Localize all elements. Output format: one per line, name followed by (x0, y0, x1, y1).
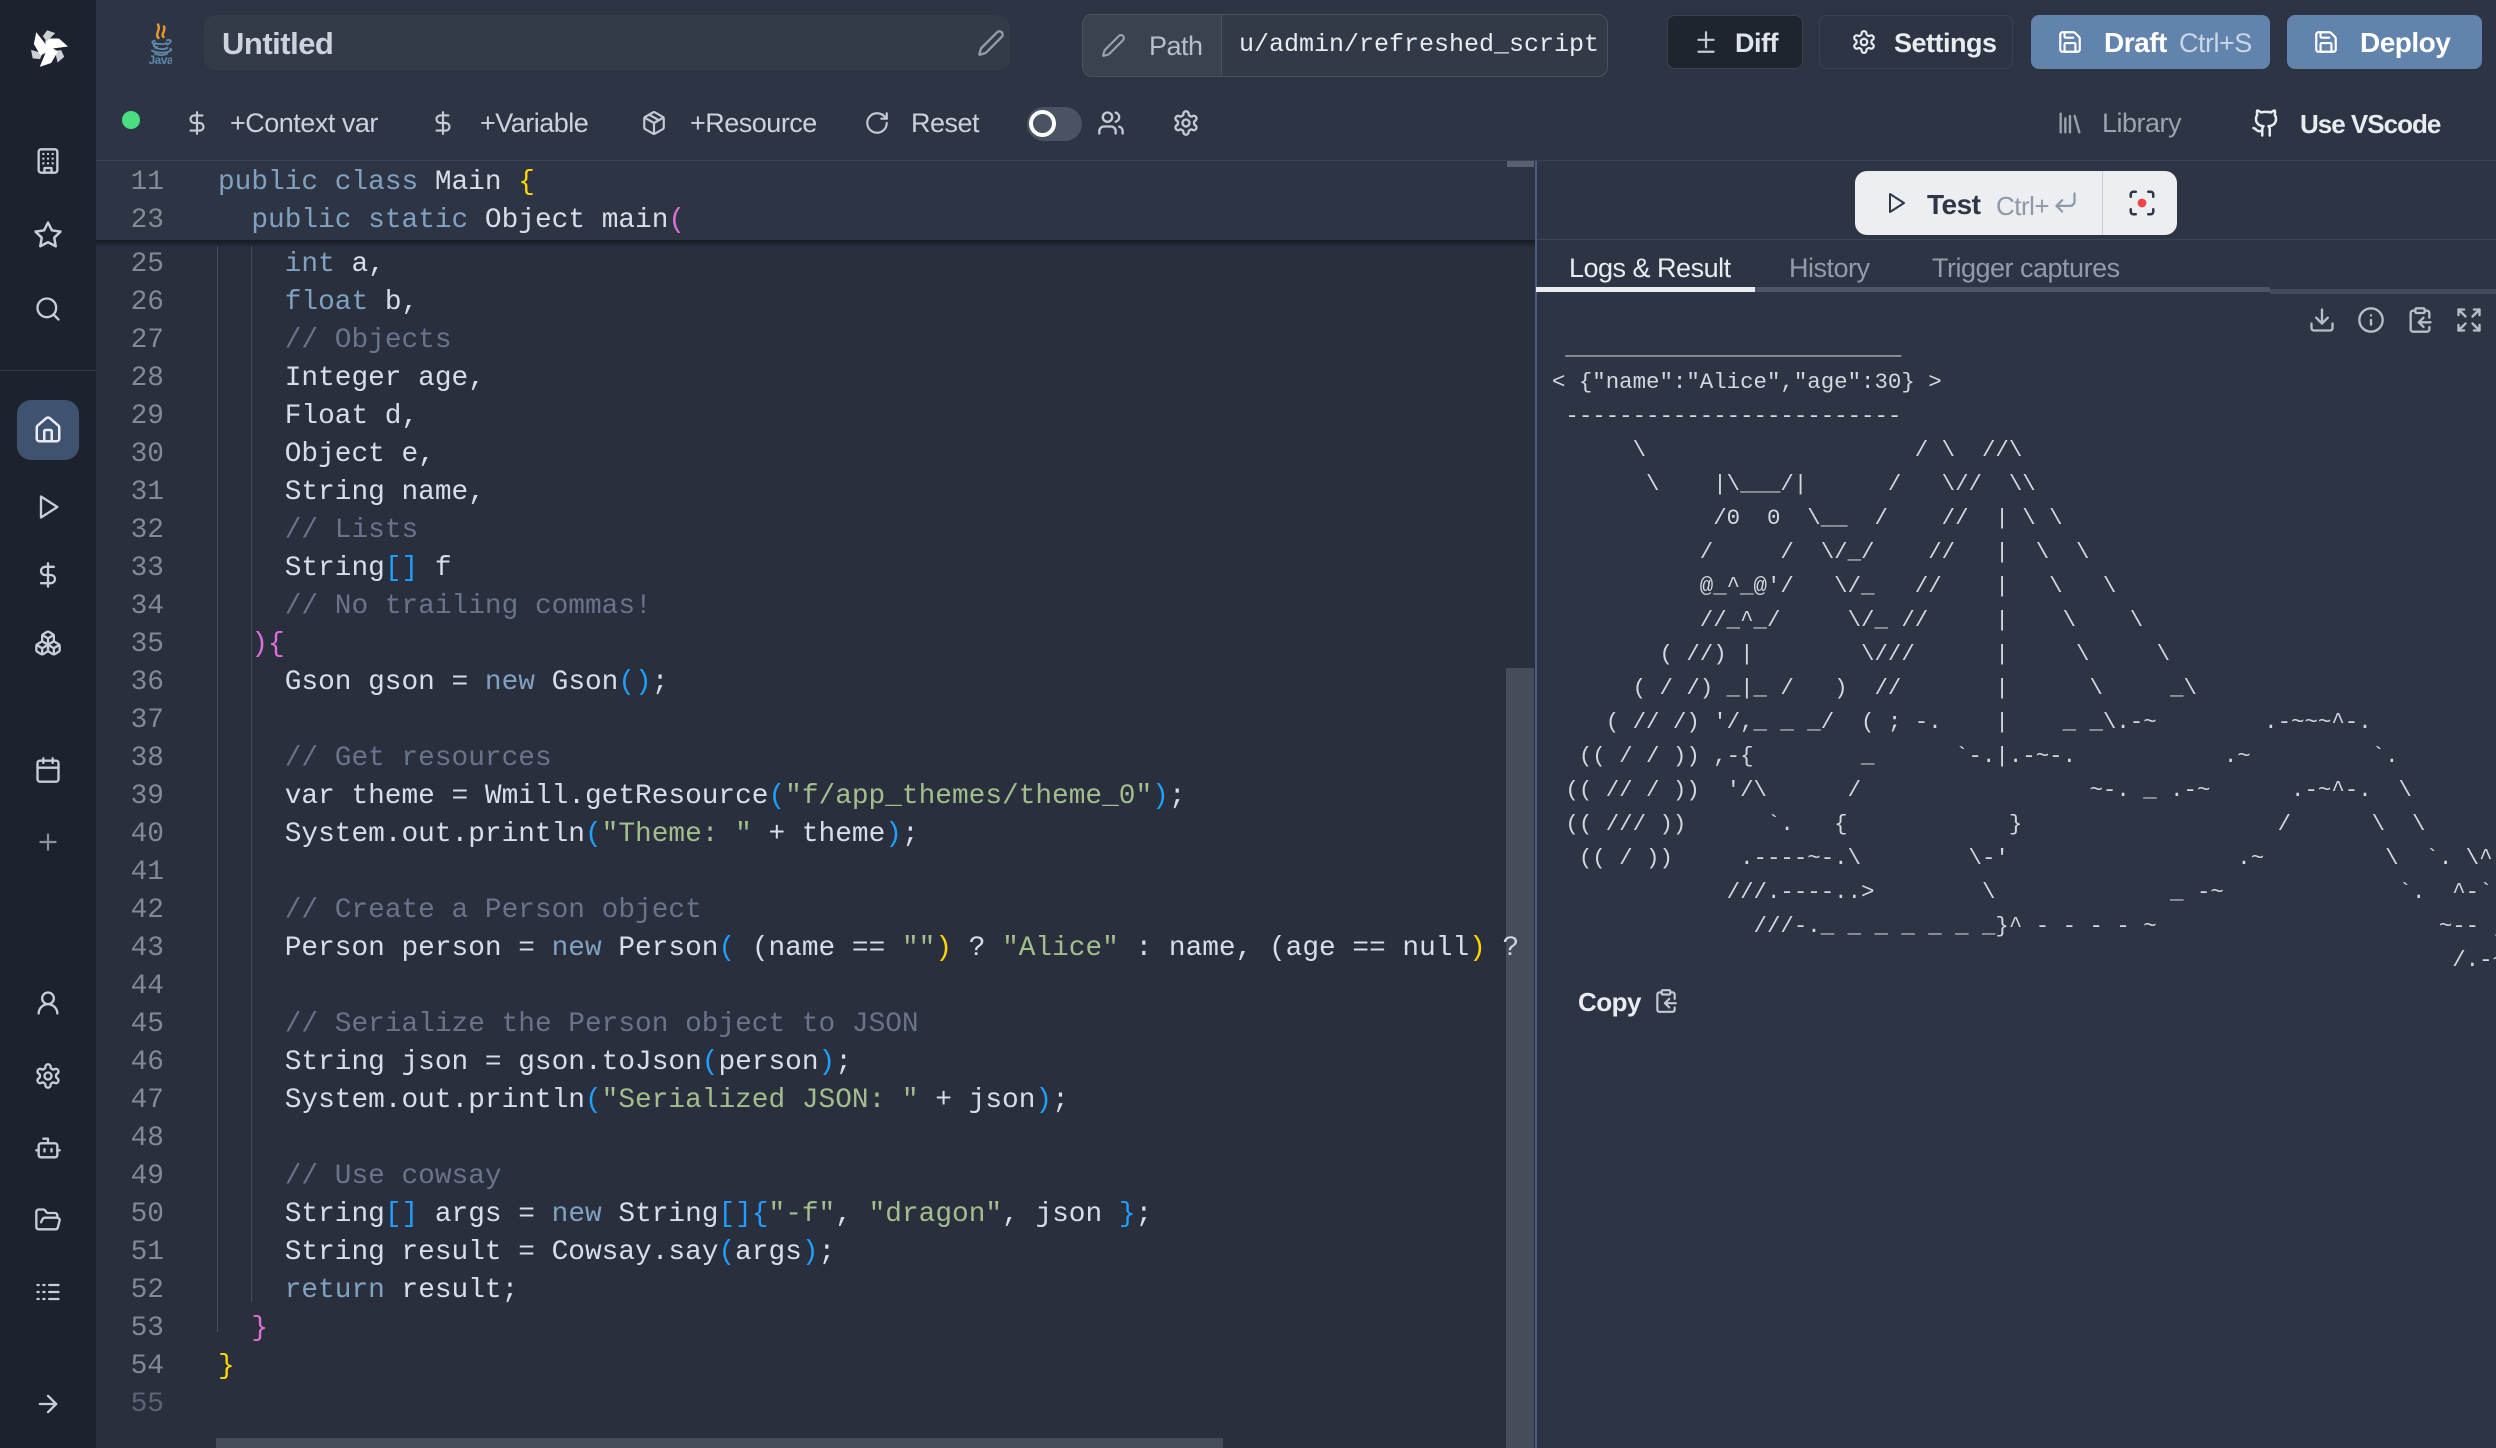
svg-text:Java: Java (149, 53, 173, 66)
